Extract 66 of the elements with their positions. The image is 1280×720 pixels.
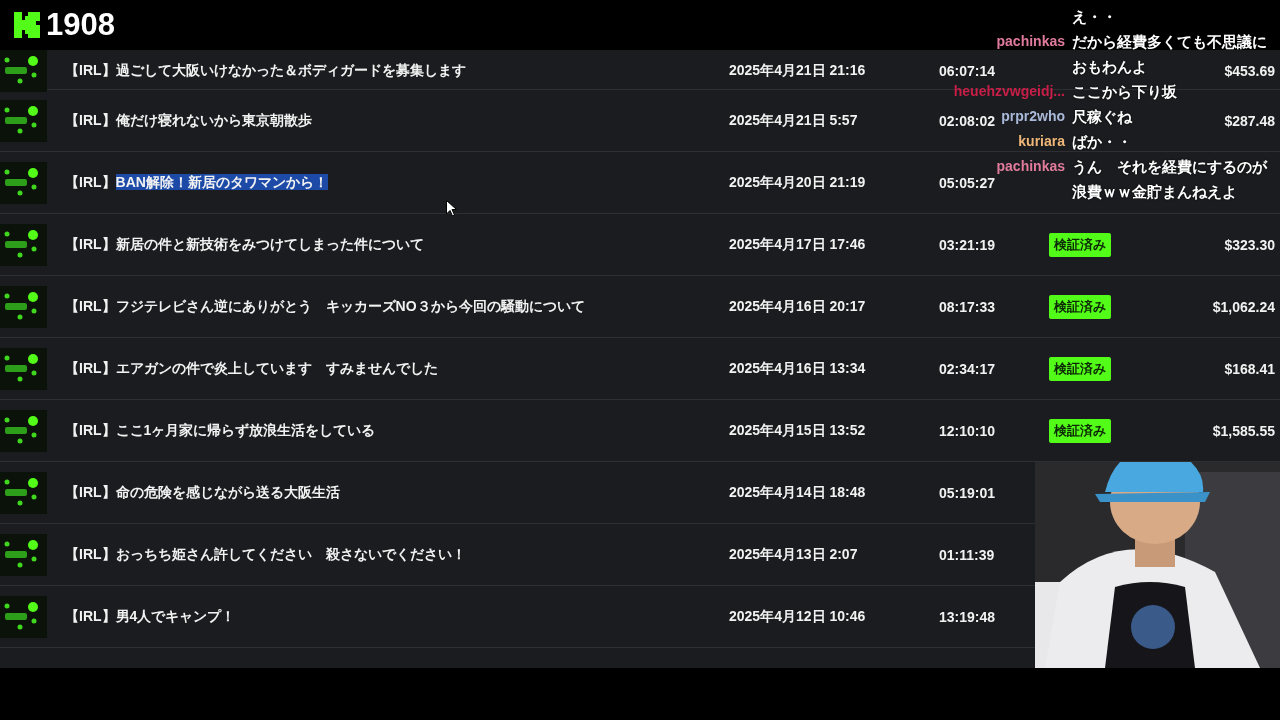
viewer-count: 1908 — [46, 7, 115, 43]
stream-duration: 01:11:39 — [939, 546, 995, 563]
stream-date: 2025年4月15日 13:52 — [729, 421, 866, 440]
stream-date: 2025年4月16日 13:34 — [729, 359, 866, 378]
verified-badge: 検証済み — [1049, 356, 1111, 381]
verified-badge: 検証済み — [1049, 232, 1111, 257]
video-title[interactable]: 過ごして大阪いけなかった＆ボディガードを募集します — [115, 62, 466, 78]
verified-badge: 検証済み — [1049, 294, 1111, 319]
chat-username: pachinkas — [996, 32, 1065, 51]
stream-date: 2025年4月12日 10:46 — [729, 607, 866, 626]
video-title[interactable]: 俺だけ寝れないから東京朝散歩 — [115, 111, 312, 128]
video-title[interactable]: BAN解除！新居のタワマンから！ — [115, 173, 328, 190]
verified-badge: 検証済み — [1049, 418, 1111, 443]
stream-date: 2025年4月20日 21:19 — [729, 173, 866, 192]
stream-duration: 03:21:19 — [939, 236, 996, 253]
stream-date: 2025年4月17日 17:46 — [729, 235, 866, 254]
video-tag: 【IRL】 — [65, 545, 116, 562]
video-tag: 【IRL】 — [65, 359, 116, 376]
chat-message-line: ここから下り坂 — [1072, 82, 1177, 102]
chat-message-line: え・・ — [1072, 7, 1117, 27]
video-tag: 【IRL】 — [65, 173, 116, 190]
logo-icon — [14, 12, 40, 38]
video-tag: 【IRL】 — [65, 483, 116, 500]
chat-message-line: うん それを経費にするのが — [1072, 157, 1267, 177]
video-title[interactable]: フジテレビさん逆にありがとう キッカーズNO３から今回の騒動について — [115, 297, 585, 314]
chat-username: pachinkas — [996, 157, 1065, 176]
earnings-amount: $323.30 — [1224, 236, 1275, 253]
stream-date: 2025年4月13日 2:07 — [729, 545, 858, 564]
stream-date: 2025年4月21日 21:16 — [729, 62, 866, 80]
stream-duration: 12:10:10 — [939, 422, 996, 439]
video-title[interactable]: エアガンの件で炎上しています すみませんでした — [115, 359, 438, 376]
stream-duration: 05:05:27 — [939, 174, 996, 191]
chat-message-line: だから経費多くても不思議に — [1072, 32, 1267, 52]
cursor-icon — [446, 200, 457, 217]
stream-duration: 02:08:02 — [939, 112, 996, 129]
video-title[interactable]: 命の危険を感じながら送る大阪生活 — [115, 483, 340, 500]
chat-username: kuriara — [1018, 132, 1065, 151]
chat-message-line: ばか・・ — [1072, 132, 1132, 152]
chat-username: prpr2who — [1001, 107, 1065, 126]
stream-duration: 02:34:17 — [939, 360, 996, 377]
earnings-amount: $1,585.55 — [1212, 422, 1275, 439]
stream-duration: 08:17:33 — [939, 298, 996, 315]
video-tag: 【IRL】 — [65, 607, 116, 624]
video-tag: 【IRL】 — [65, 297, 116, 314]
video-tag: 【IRL】 — [65, 111, 116, 128]
chat-message-line: 尺稼ぐね — [1072, 107, 1132, 127]
video-tag: 【IRL】 — [65, 62, 116, 78]
earnings-amount: $168.41 — [1224, 360, 1275, 377]
stream-date: 2025年4月21日 5:57 — [729, 111, 858, 130]
chat-message-line: おもわんよ — [1072, 57, 1147, 77]
video-title[interactable]: おっちち姫さん許してください 殺さないでください！ — [115, 545, 466, 562]
earnings-amount: $1,062.24 — [1212, 298, 1275, 315]
stream-duration: 13:19:48 — [939, 608, 996, 625]
video-title[interactable]: ここ1ヶ月家に帰らず放浪生活をしている — [115, 421, 376, 438]
video-title[interactable]: 男4人でキャンプ！ — [115, 607, 236, 624]
chat-message-line: 浪費ｗｗ金貯まんねえよ — [1072, 182, 1237, 202]
stream-duration: 06:07:14 — [939, 63, 996, 79]
chat-username: heuehzvwgeidj... — [953, 82, 1065, 101]
stream-date: 2025年4月14日 18:48 — [729, 483, 866, 502]
stream-duration: 05:19:01 — [939, 484, 996, 501]
earnings-amount: $287.48 — [1224, 112, 1275, 129]
video-title[interactable]: 新居の件と新技術をみつけてしまった件について — [115, 235, 424, 252]
video-tag: 【IRL】 — [65, 421, 116, 438]
stream-date: 2025年4月16日 20:17 — [729, 297, 866, 316]
video-tag: 【IRL】 — [65, 235, 116, 252]
earnings-amount: $453.69 — [1224, 63, 1275, 79]
